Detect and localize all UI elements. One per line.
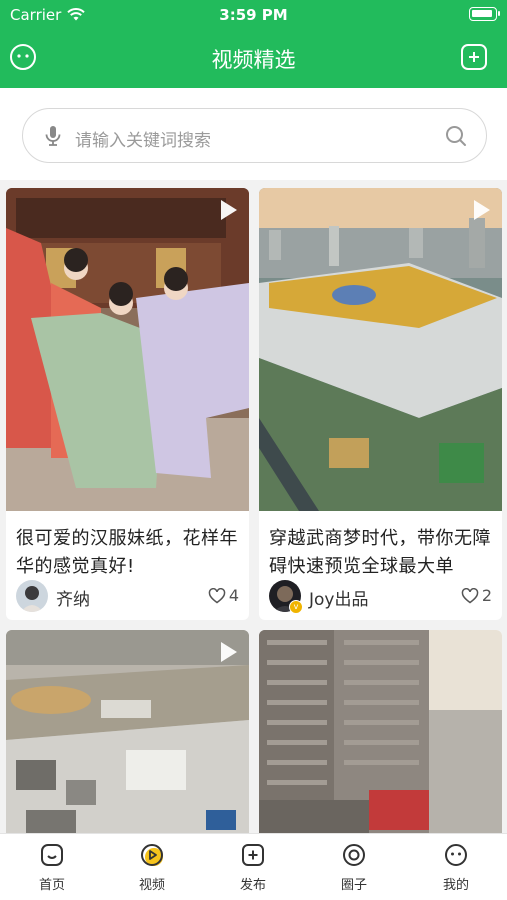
page-title: 视频精选 — [211, 48, 296, 72]
clock: 3:59 PM — [219, 6, 288, 24]
video-card[interactable]: 很可爱的汉服妹纸，花样年华的感觉真好! 齐纳 4 — [6, 188, 249, 620]
tab-bar: 首页 视频 发布 圈子 我的 — [0, 833, 507, 900]
play-icon — [221, 642, 237, 662]
video-card[interactable]: 穿越武商梦时代，带你无障碍快速预览全球最大单 v Joy出品 2 — [259, 188, 502, 620]
highrise-building-photo[interactable] — [259, 630, 502, 833]
card-title: 穿越武商梦时代，带你无障碍快速预览全球最大单 — [269, 528, 491, 577]
nav-bar: 视频精选 — [0, 30, 507, 88]
tab-video[interactable]: 视频 — [122, 842, 182, 893]
heart-icon — [461, 587, 479, 603]
tab-label: 视频 — [138, 878, 165, 893]
construction-site-aerial-photo[interactable] — [6, 630, 249, 833]
home-icon — [41, 844, 63, 866]
tab-label: 我的 — [442, 878, 469, 893]
profile-icon — [445, 844, 467, 866]
search-icon[interactable] — [444, 124, 468, 148]
card-title: 很可爱的汉服妹纸，花样年华的感觉真好! — [16, 528, 238, 577]
video-card[interactable] — [259, 630, 502, 833]
like-count-value: 4 — [228, 586, 239, 605]
video-grid: 很可爱的汉服妹纸，花样年华的感觉真好! 齐纳 4 穿越武商梦时代，带你无障碍快速… — [0, 180, 507, 833]
tab-circle[interactable]: 圈子 — [324, 842, 384, 893]
tab-label: 圈子 — [340, 878, 367, 893]
hanfu-girls-photo[interactable] — [6, 188, 249, 511]
like-count[interactable]: 2 — [461, 586, 492, 605]
header: Carrier 3:59 PM 视频精选 — [0, 0, 507, 88]
video-card[interactable] — [6, 630, 249, 833]
author-name[interactable]: 齐纳 — [56, 585, 90, 610]
like-count-value: 2 — [481, 586, 492, 605]
battery-icon — [469, 7, 500, 21]
verified-badge: v — [289, 600, 303, 614]
heart-icon — [208, 587, 226, 603]
tab-profile[interactable]: 我的 — [426, 842, 486, 893]
card-footer: 齐纳 4 — [16, 580, 239, 614]
like-count[interactable]: 4 — [208, 586, 239, 605]
search-placeholder: 请输入关键词搜索 — [75, 131, 211, 151]
avatar[interactable] — [16, 580, 48, 612]
add-square-icon[interactable] — [460, 43, 488, 71]
mall-aerial-photo[interactable] — [259, 188, 502, 511]
status-bar: Carrier 3:59 PM — [0, 0, 507, 30]
tab-label: 发布 — [239, 878, 266, 893]
author-name[interactable]: Joy出品 — [309, 585, 368, 610]
circle-icon — [343, 844, 365, 866]
tab-publish[interactable]: 发布 — [223, 842, 283, 893]
tab-home[interactable]: 首页 — [22, 842, 82, 893]
search-section: 请输入关键词搜索 — [0, 88, 507, 180]
play-icon — [221, 200, 237, 220]
play-icon — [474, 200, 490, 220]
tab-label: 首页 — [38, 878, 65, 893]
microphone-icon[interactable] — [43, 125, 63, 147]
publish-icon — [242, 844, 264, 866]
card-footer: v Joy出品 2 — [269, 580, 492, 614]
video-play-icon — [141, 844, 163, 866]
search-input[interactable]: 请输入关键词搜索 — [22, 108, 487, 163]
